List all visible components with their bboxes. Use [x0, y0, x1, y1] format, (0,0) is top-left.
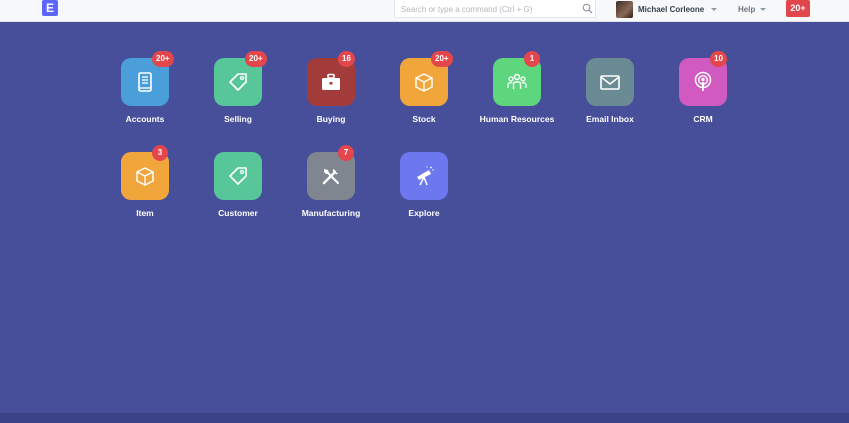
- book-icon: [138, 72, 152, 92]
- podcast-icon: [694, 71, 712, 91]
- notification-count-badge: 7: [338, 145, 354, 161]
- notification-count-badge: 20+: [431, 51, 453, 67]
- module-label: Email Inbox: [586, 114, 634, 124]
- module-label: Item: [136, 208, 154, 218]
- envelope-icon: [600, 75, 620, 90]
- briefcase-icon: [322, 73, 340, 90]
- module-label: Manufacturing: [301, 208, 361, 218]
- module-label: Stock: [412, 114, 436, 124]
- box-icon: [136, 167, 154, 186]
- box-icon: [415, 73, 433, 92]
- notification-count-badge: 16: [338, 51, 355, 67]
- notification-count-badge: 10: [710, 51, 727, 67]
- module-tile[interactable]: [214, 152, 262, 200]
- footer: [0, 413, 849, 423]
- notification-count-badge: 20+: [152, 51, 174, 67]
- module-tile[interactable]: [586, 58, 634, 106]
- module-label: Human Resources: [479, 114, 555, 124]
- tools-icon: [322, 169, 339, 185]
- module-label: Explore: [408, 208, 440, 218]
- people-icon: [507, 73, 527, 89]
- notification-count-badge: 1: [524, 51, 540, 67]
- module-label: Accounts: [125, 114, 165, 124]
- notification-count-badge: 3: [152, 145, 168, 161]
- notification-count-badge: 20+: [245, 51, 267, 67]
- module-label: Selling: [224, 114, 252, 124]
- module-label: CRM: [693, 114, 713, 124]
- telescope-icon: [417, 166, 434, 186]
- tag-icon: [229, 73, 247, 91]
- module-label: Customer: [218, 208, 258, 218]
- desktop-module-grid: 20+ Accounts 20+ Selling 16 Buying 20+ Stock 1 Hu…: [0, 0, 849, 400]
- module-label: Buying: [316, 114, 346, 124]
- module-tile[interactable]: [400, 152, 448, 200]
- tag-icon: [229, 167, 247, 185]
